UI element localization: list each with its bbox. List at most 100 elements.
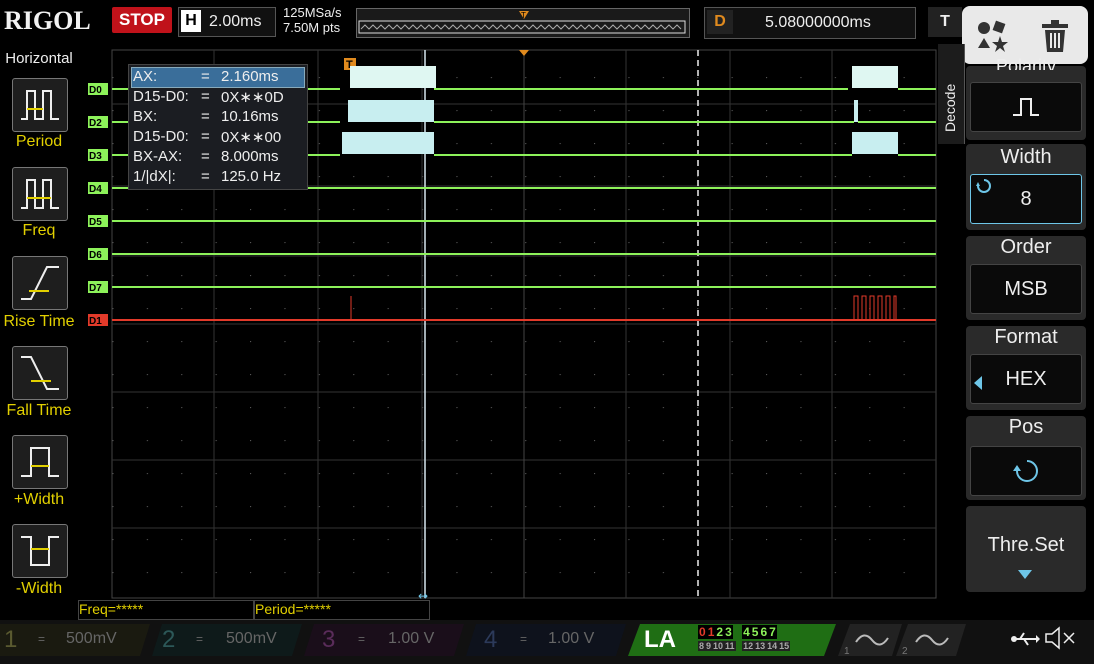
delay-readout[interactable]: D 5.08000000ms [704,7,916,39]
svg-text:D5: D5 [89,217,102,228]
channel-1-scale: 500mV [66,630,117,647]
cursor-ax-key: AX: [133,68,158,85]
la-bit-12: 12 [742,641,755,651]
math-waveform-icon: 1 2 [838,624,966,657]
channel-tag-d0[interactable]: D0 [88,83,108,96]
d3-burst-2 [852,132,898,154]
svg-text:D7: D7 [89,283,102,294]
brand-logo: RIGOL [4,6,91,35]
period-icon [21,90,59,120]
channel-1-number: 1 [4,626,18,653]
dc-coupling-icon: = [358,632,366,646]
la-bit-4: 4 [742,625,751,639]
la-bit-13: 13 [754,641,767,651]
threshold-panel[interactable]: Thre.Set [966,506,1086,592]
la-bit-7: 7 [768,625,777,639]
width-label: Width [1000,146,1052,168]
svg-text:1: 1 [844,646,850,657]
horizontal-timebase[interactable]: H 2.00ms [178,7,276,37]
order-value: MSB [970,264,1082,314]
cursor-freq-key: 1/|dX|: [133,168,176,185]
la-bits-high: 8 9 10 11 12 13 14 15 [698,639,791,653]
horizontal-menu-title: Horizontal [0,50,78,70]
svg-text:D1: D1 [89,316,102,327]
sample-rate: 125MSa/s [283,5,342,20]
channel-3-scale: 1.00 V [388,630,435,647]
positive-polarity-icon [1013,98,1039,116]
channel-3-number: 3 [322,626,336,653]
cursor-a-data-value: 0X∗∗0D [221,89,284,106]
decode-tab[interactable]: Decode [938,44,965,144]
polarity-value [970,82,1082,132]
rotary-knob-icon [1013,460,1038,482]
cursor-delta-row: BX-AX: = 8.000ms [133,148,279,165]
channel-1-status[interactable]: 1 = 500mV [0,622,150,658]
svg-text:D3: D3 [89,151,102,162]
cursor-a-data-row: D15-D0: = 0X∗∗0D [133,88,284,106]
period-button[interactable] [12,78,68,132]
la-bit-15: 15 [778,641,791,651]
freq-measurement: Freq=***** [78,600,254,620]
la-bit-6: 6 [759,625,769,639]
trash-icon[interactable] [1038,18,1072,54]
la-bit-14: 14 [766,641,779,651]
waveform-overview[interactable]: T [356,8,690,38]
la-bit-2: 2 [715,625,725,639]
logic-analyzer-status[interactable]: LA 0123 4567 8 9 10 11 12 13 14 15 [628,622,836,658]
polarity-panel[interactable]: Polarity [966,56,1086,140]
channel-3-status[interactable]: 3 = 1.00 V [304,622,464,658]
channel-4-status[interactable]: 4 = 1.00 V [466,622,626,658]
math-channel-status[interactable]: 1 2 [838,622,968,658]
channel-tag-d5[interactable]: D5 [88,215,108,228]
speaker-mute-icon[interactable] [1044,626,1076,650]
svg-text:D2: D2 [89,118,102,129]
memory-depth: 7.50M pts [283,20,341,35]
rise-time-button[interactable] [12,256,68,310]
cursor-delta-key: BX-AX: [133,148,183,165]
svg-text:D4: D4 [89,184,102,195]
neg-width-button[interactable] [12,524,68,578]
pos-panel[interactable]: Pos [966,416,1086,500]
format-panel[interactable]: Format HEX [966,326,1086,410]
channel-tag-d7[interactable]: D7 [88,281,108,294]
trigger-status[interactable]: T [928,7,962,37]
polarity-label: Polarity [995,56,1057,70]
la-bit-10: 10 [712,641,725,651]
pos-label: Pos [1008,416,1044,438]
run-stop-button[interactable]: STOP [112,7,172,33]
width-panel[interactable]: Width 8 [966,144,1086,230]
left-arrow-icon [974,376,982,390]
usb-icon [1011,632,1040,646]
la-bits-low: 0123 4567 [698,625,790,639]
fall-time-button[interactable] [12,346,68,400]
d2-burst [348,100,434,122]
top-status-bar: RIGOL STOP H 2.00ms 125MSa/s 7.50M pts T… [0,0,1094,44]
fall-time-icon [21,356,59,390]
channel-tag-d6[interactable]: D6 [88,248,108,261]
cursor-readout-panel: AX: = 2.160ms D15-D0: = 0X∗∗0D BX: = 10.16ms D… [128,64,308,190]
order-label: Order [1000,236,1052,258]
channel-tag-d2[interactable]: D2 [88,116,108,129]
cursor-bx-key: BX: [133,108,158,125]
freq-button[interactable] [12,167,68,221]
channel-2-number: 2 [162,626,176,653]
cursor-b-data-value: 0X∗∗00 [221,129,282,146]
chevron-down-icon [1018,570,1032,579]
delay-label: D [707,10,733,34]
period-measurement: Period=***** [254,600,430,620]
channel-tag-d4[interactable]: D4 [88,182,108,195]
cursor-b-data-key: D15-D0: [133,128,189,145]
channel-tag-d3[interactable]: D3 [88,149,108,162]
channel-2-status[interactable]: 2 = 500mV [152,622,302,658]
shapes-icon[interactable] [974,18,1010,54]
cursor-b-data-row: D15-D0: = 0X∗∗00 [133,128,282,146]
format-value: HEX [970,354,1082,404]
pos-width-button[interactable] [12,435,68,489]
cursor-a-handle[interactable]: ↔ [418,589,428,600]
cursor-freq-row: 1/|dX|: = 125.0 Hz [133,168,282,185]
la-bit-9: 9 [705,641,713,651]
channel-tag-d1[interactable]: D1 [88,314,108,327]
neg-width-icon [21,536,59,566]
fall-time-label: Fall Time [6,402,72,419]
order-panel[interactable]: Order MSB [966,236,1086,320]
